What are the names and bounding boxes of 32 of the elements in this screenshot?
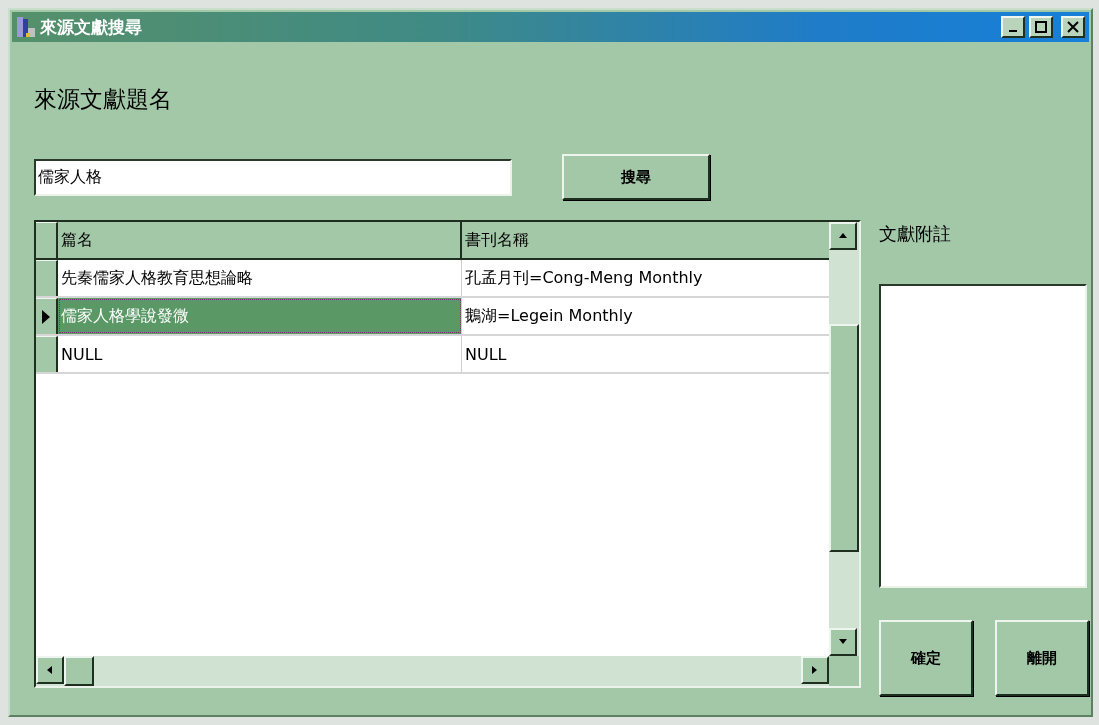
heading-label: 來源文獻題名 [34, 85, 173, 114]
maximize-icon [1035, 21, 1047, 33]
close-button[interactable] [1061, 16, 1085, 38]
up-arrow-icon [839, 232, 847, 240]
scrollbar-corner [829, 656, 859, 686]
search-field[interactable]: 儒家人格 [34, 158, 512, 196]
scroll-thumb[interactable] [64, 656, 94, 686]
vertical-scrollbar[interactable] [829, 222, 859, 656]
table-cell: 先秦儒家人格教育思想論略 [58, 260, 462, 296]
scroll-thumb[interactable] [829, 324, 859, 552]
maximize-button[interactable] [1029, 16, 1053, 38]
notes-field[interactable] [879, 284, 1087, 588]
dialog-button[interactable]: 確定 [879, 620, 973, 696]
dialog-button[interactable]: 離開 [995, 620, 1089, 696]
right-arrow-icon [811, 666, 819, 674]
down-arrow-icon [839, 638, 847, 646]
horizontal-scrollbar[interactable] [36, 656, 829, 686]
current-row-icon [42, 309, 50, 324]
window-title: 來源文獻搜尋 [40, 15, 143, 39]
row-selector[interactable] [36, 298, 58, 334]
left-arrow-icon [46, 666, 54, 674]
table-cell: 儒家人格學說發微 [58, 298, 462, 334]
minimize-icon [1009, 30, 1017, 32]
column-header[interactable]: 篇名 [58, 222, 462, 258]
close-icon [1067, 21, 1079, 33]
notes-label: 文獻附註 [879, 222, 952, 246]
row-selector[interactable] [36, 336, 58, 372]
search-button[interactable]: 搜尋 [562, 154, 710, 200]
building-icon [16, 16, 36, 38]
table-cell: NULL [58, 336, 462, 372]
row-selector[interactable] [36, 260, 58, 296]
minimize-button[interactable] [1001, 16, 1025, 38]
